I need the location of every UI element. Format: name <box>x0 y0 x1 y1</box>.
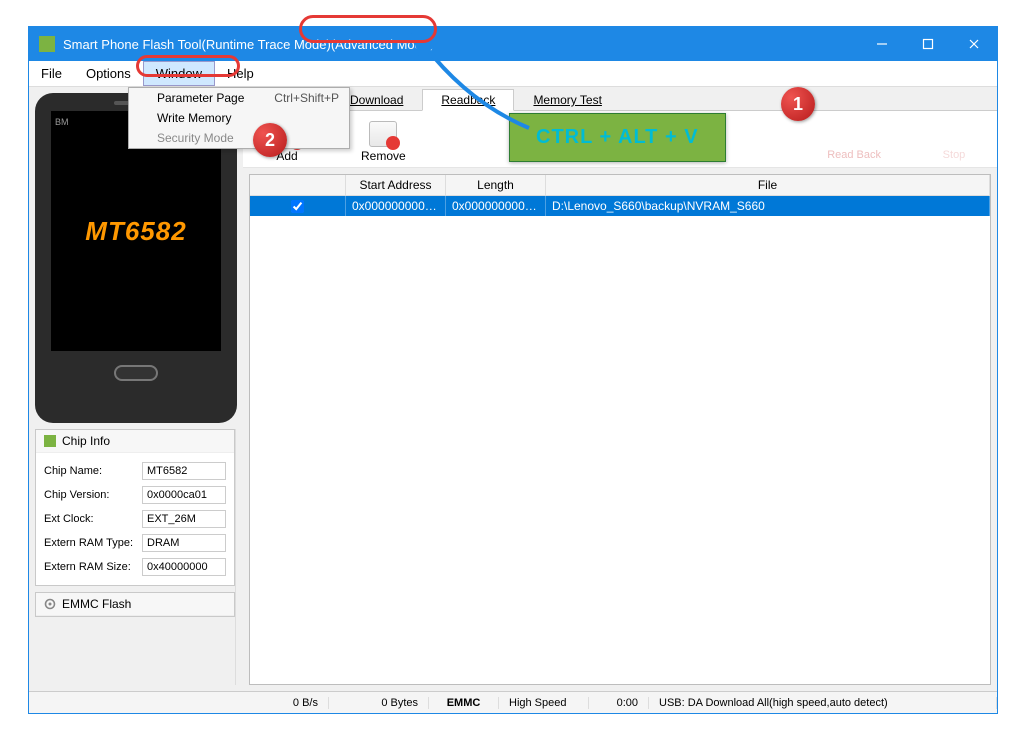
chip-name-value: MT6582 <box>142 462 226 480</box>
annotation-callout: CTRL + ALT + V <box>509 113 726 162</box>
menu-file[interactable]: File <box>29 61 74 86</box>
status-storage: EMMC <box>429 697 499 709</box>
app-window: Smart Phone Flash Tool(Runtime Trace Mod… <box>28 26 998 714</box>
panel-header: EMMC Flash <box>36 593 234 616</box>
chip-icon <box>44 435 56 447</box>
menu-write-memory[interactable]: Write Memory <box>129 108 349 128</box>
ext-clock-value: EXT_26M <box>142 510 226 528</box>
status-usb: USB: DA Download All(high speed,auto det… <box>649 697 997 709</box>
annotation-text: CTRL + ALT + V <box>536 126 699 148</box>
readback-table: Start Address Length File 0x000000000100… <box>249 174 991 685</box>
main-body: BM MT6582 Chip Info Chip Name: MT6582 <box>29 87 997 691</box>
status-mode: High Speed <box>499 697 589 709</box>
menu-item-label: Write Memory <box>157 111 231 125</box>
status-bytes: 0 Bytes <box>329 697 429 709</box>
phone-home-icon <box>114 365 158 381</box>
tab-readback[interactable]: Readback <box>422 89 514 111</box>
window-controls <box>859 27 997 61</box>
menu-item-label: Security Mode <box>157 131 234 145</box>
minimize-button[interactable] <box>859 27 905 61</box>
cell-start-address: 0x000000000100... <box>346 196 446 216</box>
app-icon <box>39 36 55 52</box>
field-label: Chip Version: <box>44 489 136 501</box>
panel-title: EMMC Flash <box>62 597 131 611</box>
button-label: Remove <box>361 149 406 163</box>
column-start-address: Start Address <box>346 175 446 195</box>
tabs: Format Download Readback Memory Test <box>243 87 997 111</box>
panel-header: Chip Info <box>36 430 234 453</box>
chip-info-panel: Chip Info Chip Name: MT6582 Chip Version:… <box>35 429 235 586</box>
readback-button-disabled: Read Back <box>827 121 881 163</box>
table-row[interactable]: 0x000000000100... 0x000000000050... D:\L… <box>250 196 990 216</box>
cell-file: D:\Lenovo_S660\backup\NVRAM_S660 <box>546 196 990 216</box>
cell-length: 0x000000000050... <box>446 196 546 216</box>
remove-button[interactable]: Remove <box>361 121 406 163</box>
menu-options[interactable]: Options <box>74 61 143 86</box>
field-label: Ext Clock: <box>44 513 136 525</box>
right-panel: Format Download Readback Memory Test Add… <box>243 87 997 691</box>
annotation-badge-1: 1 <box>781 87 815 121</box>
menu-security-mode[interactable]: Security Mode <box>129 128 349 148</box>
stop-icon <box>941 121 967 147</box>
chip-version-value: 0x0000ca01 <box>142 486 226 504</box>
button-label: Read Back <box>827 149 881 161</box>
readback-icon <box>841 121 867 147</box>
emmc-flash-panel: EMMC Flash <box>35 592 235 617</box>
field-label: Extern RAM Type: <box>44 537 136 549</box>
menu-parameter-page[interactable]: Parameter Page Ctrl+Shift+P <box>129 88 349 108</box>
left-scrollbar[interactable] <box>235 429 237 685</box>
window-title: Smart Phone Flash Tool(Runtime Trace Mod… <box>63 37 433 52</box>
menu-shortcut: Ctrl+Shift+P <box>274 91 339 105</box>
window-menu-dropdown: Parameter Page Ctrl+Shift+P Write Memory… <box>128 87 350 149</box>
gear-icon <box>44 598 56 610</box>
close-button[interactable] <box>951 27 997 61</box>
chip-label: MT6582 <box>85 216 186 247</box>
titlebar: Smart Phone Flash Tool(Runtime Trace Mod… <box>29 27 997 61</box>
ram-type-value: DRAM <box>142 534 226 552</box>
ram-size-value: 0x40000000 <box>142 558 226 576</box>
column-checkbox <box>250 175 346 195</box>
button-label: Stop <box>943 149 966 161</box>
stop-button-disabled: Stop <box>941 121 967 163</box>
menu-window[interactable]: Window <box>143 61 215 86</box>
phone-brand: BM <box>55 117 69 127</box>
menu-help[interactable]: Help <box>215 61 266 86</box>
panel-title: Chip Info <box>62 434 110 448</box>
field-label: Chip Name: <box>44 465 136 477</box>
left-panel: BM MT6582 Chip Info Chip Name: MT6582 <box>29 87 243 691</box>
remove-icon <box>369 121 397 147</box>
maximize-button[interactable] <box>905 27 951 61</box>
annotation-badge-2: 2 <box>253 123 287 157</box>
column-file: File <box>546 175 990 195</box>
column-length: Length <box>446 175 546 195</box>
tab-memory-test[interactable]: Memory Test <box>514 89 620 111</box>
status-speed: 0 B/s <box>209 697 329 709</box>
field-label: Extern RAM Size: <box>44 561 136 573</box>
table-header: Start Address Length File <box>250 175 990 196</box>
menu-item-label: Parameter Page <box>157 91 244 105</box>
menubar: File Options Window Help Parameter Page … <box>29 61 997 87</box>
row-checkbox[interactable] <box>291 200 304 213</box>
status-bar: 0 B/s 0 Bytes EMMC High Speed 0:00 USB: … <box>29 691 997 713</box>
status-time: 0:00 <box>589 697 649 709</box>
